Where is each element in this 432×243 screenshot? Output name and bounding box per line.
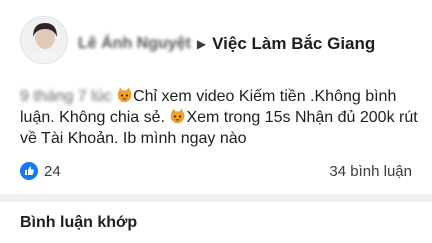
group-name[interactable]: Việc Làm Bắc Giang — [212, 34, 375, 54]
post-body: 9 tháng 7 lúc Chỉ xem video Kiếm tiền .K… — [20, 86, 420, 149]
post-header: Lê Ánh Nguyệt ▶ Việc Làm Bắc Giang — [78, 34, 375, 54]
reactions-summary[interactable]: 24 — [20, 162, 61, 180]
author-name[interactable]: Lê Ánh Nguyệt — [78, 35, 191, 53]
cat-face-icon — [117, 87, 132, 103]
triangle-right-icon: ▶ — [196, 37, 207, 51]
avatar-image — [21, 17, 67, 63]
cat-face-icon — [171, 108, 185, 124]
section-divider — [0, 194, 432, 202]
like-reaction-icon — [20, 162, 38, 180]
author-avatar[interactable] — [20, 16, 68, 64]
like-count: 24 — [44, 162, 61, 180]
comment-count[interactable]: 34 bình luận — [329, 163, 412, 180]
post-card: Lê Ánh Nguyệt ▶ Việc Làm Bắc Giang 9 thá… — [0, 0, 432, 243]
post-date[interactable]: 9 tháng 7 lúc — [20, 88, 112, 105]
post-stats: 24 34 bình luận — [20, 161, 412, 181]
matching-comments-title: Bình luận khớp — [20, 214, 138, 231]
